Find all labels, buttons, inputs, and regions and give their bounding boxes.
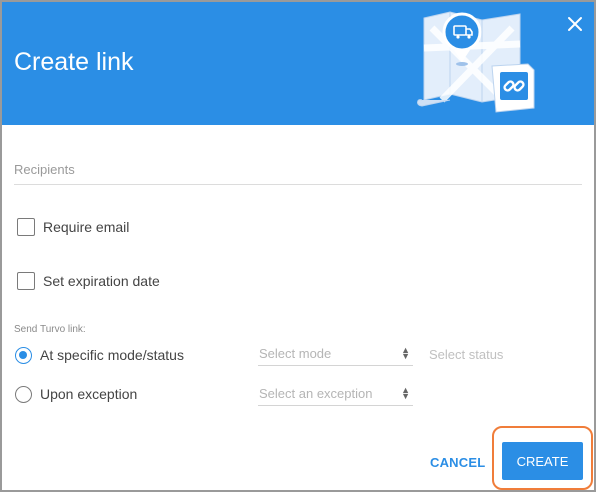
require-email-checkbox-row[interactable]: Require email	[17, 216, 129, 238]
select-exception-dropdown[interactable]: Select an exception ▲ ▼	[258, 384, 413, 406]
radio-button-selected[interactable]	[15, 346, 32, 364]
sort-arrows-icon: ▲ ▼	[401, 345, 410, 361]
select-mode-placeholder: Select mode	[259, 346, 332, 361]
select-mode-dropdown[interactable]: Select mode ▲ ▼	[258, 344, 413, 366]
close-icon[interactable]	[562, 11, 588, 37]
recipients-input[interactable]	[14, 155, 582, 185]
map-with-link-icon	[417, 11, 535, 113]
radio-upon-exception[interactable]: Upon exception	[15, 384, 137, 404]
create-button[interactable]: CREATE	[502, 442, 583, 480]
dialog-title: Create link	[14, 48, 134, 76]
create-link-dialog: Create link Recipients Require email Set…	[0, 0, 596, 492]
expiration-date-checkbox[interactable]	[17, 272, 35, 290]
select-exception-placeholder: Select an exception	[259, 386, 373, 401]
radio-specific-mode[interactable]: At specific mode/status	[15, 345, 184, 365]
cancel-button[interactable]: CANCEL	[430, 451, 485, 473]
require-email-checkbox[interactable]	[17, 218, 35, 236]
radio-label-upon-exception: Upon exception	[40, 386, 138, 402]
radio-label-specific-mode: At specific mode/status	[40, 347, 184, 363]
dialog-header: Create link	[2, 2, 594, 125]
expiration-date-label: Set expiration date	[43, 273, 160, 289]
sort-arrows-icon: ▲ ▼	[401, 385, 410, 401]
radio-button-unselected[interactable]	[15, 385, 32, 403]
send-link-label: Send Turvo link:	[14, 324, 86, 335]
select-status-field[interactable]: Select status	[429, 347, 503, 362]
require-email-label: Require email	[43, 219, 130, 235]
expiration-date-checkbox-row[interactable]: Set expiration date	[17, 270, 160, 292]
